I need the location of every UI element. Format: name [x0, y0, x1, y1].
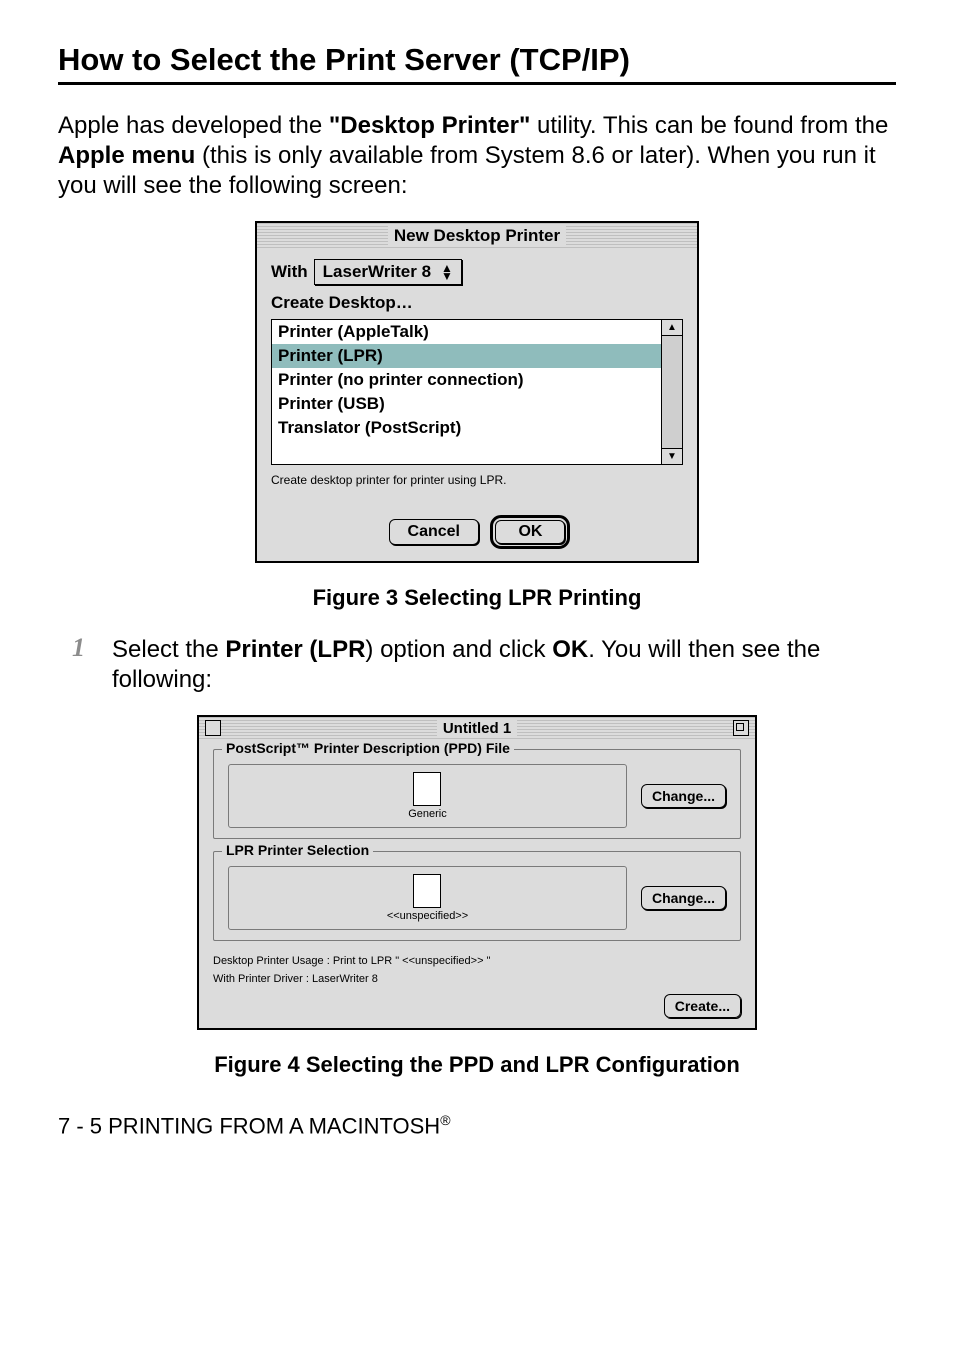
figure-3-caption: Figure 3 Selecting LPR Printing: [58, 585, 896, 611]
list-item[interactable]: Translator (PostScript): [272, 416, 661, 440]
dialog-titlebar: Untitled 1: [199, 717, 755, 739]
lpr-preview-label: <<unspecified>>: [387, 910, 468, 922]
untitled-dialog: Untitled 1 PostScript™ Printer Descripti…: [197, 715, 757, 1030]
document-icon: [413, 772, 441, 806]
step-text: Select the Printer (LPR) option and clic…: [112, 635, 896, 695]
scroll-down-icon[interactable]: ▼: [662, 448, 682, 464]
scroll-up-icon[interactable]: ▲: [662, 320, 682, 336]
dialog-title: New Desktop Printer: [388, 226, 566, 245]
cancel-button[interactable]: Cancel: [389, 519, 479, 545]
intro-text-1: Apple has developed the: [58, 112, 329, 139]
lpr-group-label: LPR Printer Selection: [222, 842, 373, 858]
step-text-2: ) option and click: [365, 636, 552, 663]
ok-button[interactable]: OK: [495, 520, 565, 544]
create-desktop-label: Create Desktop…: [271, 293, 683, 313]
step-bold-1: Printer (LPR: [225, 636, 365, 663]
page-footer: 7 - 5 PRINTING FROM A MACINTOSH®: [58, 1112, 896, 1139]
step-bold-2: OK: [552, 636, 588, 663]
with-select-value: LaserWriter 8: [323, 262, 431, 282]
zoom-box-icon[interactable]: [733, 720, 749, 736]
dialog-titlebar: New Desktop Printer: [257, 223, 697, 249]
step-number: 1: [72, 633, 98, 663]
intro-bold-1: "Desktop Printer": [329, 112, 530, 139]
footer-text: 7 - 5 PRINTING FROM A MACINTOSH: [58, 1114, 440, 1139]
ppd-group-label: PostScript™ Printer Description (PPD) Fi…: [222, 740, 514, 756]
select-arrows-icon: ▲▼: [441, 264, 453, 280]
figure-4-caption: Figure 4 Selecting the PPD and LPR Confi…: [58, 1052, 896, 1078]
heading-rule: [58, 82, 896, 85]
lpr-change-button[interactable]: Change...: [641, 886, 726, 910]
dialog-hint: Create desktop printer for printer using…: [271, 465, 683, 515]
list-item[interactable]: Printer (no printer connection): [272, 368, 661, 392]
create-button[interactable]: Create...: [664, 994, 741, 1018]
with-label: With: [271, 262, 308, 282]
listbox-scrollbar[interactable]: ▲ ▼: [661, 320, 682, 464]
ppd-change-button[interactable]: Change...: [641, 784, 726, 808]
dialog-meta: Desktop Printer Usage : Print to LPR " <…: [213, 953, 741, 988]
ppd-preview: Generic: [228, 764, 627, 828]
lpr-preview: <<unspecified>>: [228, 866, 627, 930]
intro-bold-2: Apple menu: [58, 142, 195, 169]
ppd-group: PostScript™ Printer Description (PPD) Fi…: [213, 749, 741, 839]
intro-paragraph: Apple has developed the "Desktop Printer…: [58, 111, 896, 201]
lpr-group: LPR Printer Selection <<unspecified>> Ch…: [213, 851, 741, 941]
list-item[interactable]: Printer (AppleTalk): [272, 320, 661, 344]
list-item-empty: [272, 440, 661, 464]
step-text-1: Select the: [112, 636, 225, 663]
with-select[interactable]: LaserWriter 8 ▲▼: [314, 259, 462, 285]
registered-symbol: ®: [440, 1112, 450, 1128]
dialog-title: Untitled 1: [437, 720, 517, 737]
list-item[interactable]: Printer (USB): [272, 392, 661, 416]
intro-text-2: utility. This can be found from the: [530, 112, 888, 139]
ppd-preview-label: Generic: [408, 808, 447, 820]
close-box-icon[interactable]: [205, 720, 221, 736]
new-desktop-printer-dialog: New Desktop Printer With LaserWriter 8 ▲…: [255, 221, 699, 563]
meta-line-2: With Printer Driver : LaserWriter 8: [213, 971, 741, 989]
document-icon: [413, 874, 441, 908]
meta-line-1: Desktop Printer Usage : Print to LPR " <…: [213, 953, 741, 971]
page-heading: How to Select the Print Server (TCP/IP): [58, 42, 896, 78]
list-item[interactable]: Printer (LPR): [272, 344, 661, 368]
printer-type-listbox[interactable]: Printer (AppleTalk) Printer (LPR) Printe…: [271, 319, 683, 465]
